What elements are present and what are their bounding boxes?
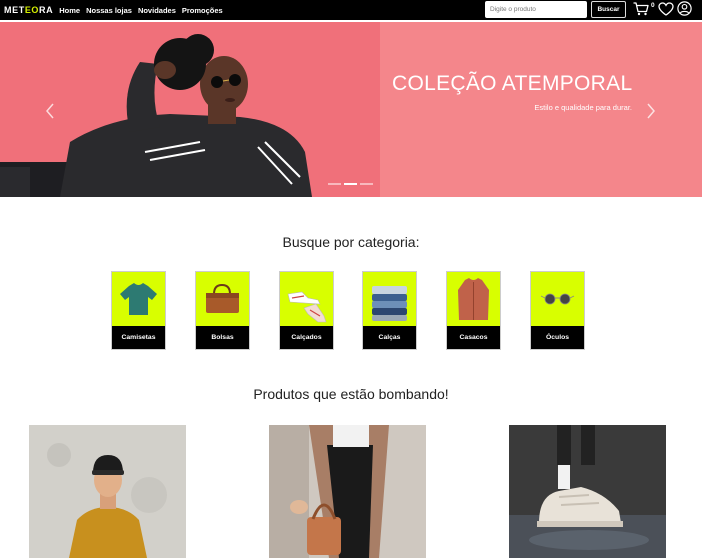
category-label: Casacos <box>447 326 500 349</box>
category-card-shoes[interactable]: Calçados <box>279 271 334 350</box>
heart-icon[interactable] <box>658 2 674 16</box>
chevron-right-icon[interactable] <box>644 102 658 120</box>
logo[interactable]: METEORA <box>4 5 53 15</box>
category-card-coats[interactable]: Casacos <box>446 271 501 350</box>
cart-icon[interactable] <box>633 2 649 16</box>
nav-link-promotions[interactable]: Promoções <box>182 6 223 15</box>
bag-icon <box>206 283 239 313</box>
search-input[interactable] <box>485 1 587 18</box>
category-label: Bolsas <box>196 326 249 349</box>
hero-title: COLEÇÃO ATEMPORAL <box>392 72 633 95</box>
glasses-icon <box>540 293 575 305</box>
logo-text-main: MET <box>4 5 25 15</box>
products-heading: Produtos que estão bombando! <box>253 386 449 402</box>
nav-link-news[interactable]: Novidades <box>138 6 176 15</box>
hero-subtitle: Estilo e qualidade para durar. <box>534 103 632 112</box>
category-card-pants[interactable]: Calças <box>362 271 417 350</box>
product-card[interactable] <box>29 425 186 558</box>
nav-link-home[interactable]: Home <box>59 6 80 15</box>
hero-banner: COLEÇÃO ATEMPORAL Estilo e qualidade par… <box>0 22 702 197</box>
category-card-bags[interactable]: Bolsas <box>195 271 250 350</box>
carousel-dot-active[interactable] <box>344 183 357 185</box>
category-label: Óculos <box>531 326 584 349</box>
tshirt-icon <box>120 283 157 315</box>
logo-text-end: RA <box>39 5 54 15</box>
pants-icon <box>372 286 407 321</box>
category-card-glasses[interactable]: Óculos <box>530 271 585 350</box>
category-label: Camisetas <box>112 326 165 349</box>
coat-icon <box>458 278 489 320</box>
category-label: Calçados <box>280 326 333 349</box>
cart-count: 0 <box>651 2 655 9</box>
carousel-dot[interactable] <box>328 183 341 185</box>
categories-heading: Busque por categoria: <box>282 234 420 250</box>
product-image-sneakers <box>509 425 666 558</box>
shoe-icon <box>287 291 327 323</box>
navbar: METEORA Home Nossas lojas Novidades Prom… <box>0 0 702 20</box>
user-icon[interactable] <box>677 1 692 16</box>
carousel-indicators <box>328 183 373 185</box>
product-image-woman-handbag <box>269 425 426 558</box>
logo-text-accent: EO <box>24 5 40 15</box>
category-label: Calças <box>363 326 416 349</box>
product-card[interactable] <box>269 425 426 558</box>
product-image-man-yellow-tshirt <box>29 425 186 558</box>
product-card[interactable] <box>509 425 666 558</box>
hero-model-image <box>0 22 380 197</box>
chevron-left-icon[interactable] <box>43 102 57 120</box>
carousel-dot[interactable] <box>360 183 373 185</box>
search-button[interactable]: Buscar <box>591 1 626 18</box>
category-card-tshirts[interactable]: Camisetas <box>111 271 166 350</box>
nav-link-stores[interactable]: Nossas lojas <box>86 6 132 15</box>
